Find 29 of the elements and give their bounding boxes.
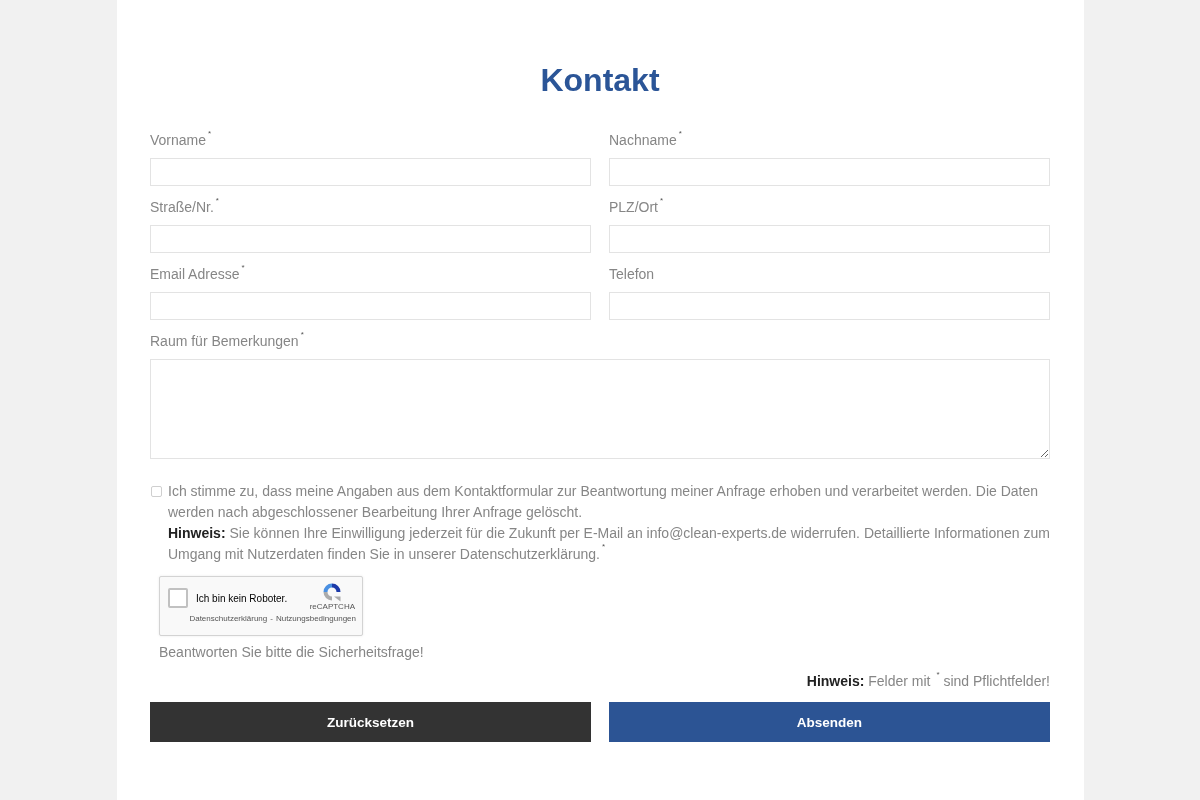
circular-arrows-icon <box>322 582 343 602</box>
privacy-link[interactable]: Datenschutzerklärung <box>189 614 268 624</box>
input-field[interactable] <box>609 225 1050 253</box>
input-field[interactable] <box>150 158 591 186</box>
input-field[interactable] <box>150 225 591 253</box>
field-label: Email Adresse$^{*}$ <box>150 265 245 283</box>
field-label: Straße/Nr.$^{*}$ <box>150 198 219 216</box>
input-field[interactable] <box>609 158 1050 186</box>
field-label: Vorname$^{*}$ <box>150 131 212 149</box>
captcha-label: Ich bin kein Roboter. <box>196 592 288 604</box>
captcha-hint: Beantworten Sie bitte die Sicherheitsfrage! <box>159 643 424 661</box>
consent-text: Ich stimme zu, dass meine Angaben aus dem Kontaktformular zur Beantwortung meiner Anfrage erhoben und verarbeitet werden. Die Daten werden nach abgeschlossener Bearbeitung Ihrer Anfrage gelöscht. <box>168 482 1040 522</box>
required-note: Hinweis: Felder mit $^{*}$ sind Pflichtfelder! <box>806 672 1050 690</box>
text-area[interactable] <box>150 359 1050 459</box>
input-field[interactable] <box>150 292 591 320</box>
field-label: Nachname$^{*}$ <box>609 131 682 149</box>
link-separator: - <box>270 614 273 624</box>
captcha-brand: reCAPTCHA <box>309 602 355 612</box>
page-title: Kontakt <box>540 62 660 98</box>
consent-checkbox[interactable] <box>151 486 162 497</box>
reset-button[interactable]: Zurücksetzen <box>150 702 591 742</box>
terms-link[interactable]: Nutzungsbedingungen <box>275 614 356 624</box>
field-label: Raum für Bemerkungen$^{*}$ <box>150 332 304 350</box>
submit-button[interactable]: Absenden <box>609 702 1050 742</box>
field-label: Telefon <box>609 265 655 283</box>
input-field[interactable] <box>609 292 1050 320</box>
consent-note: Hinweis: Sie können Ihre Einwilligung jederzeit für die Zukunft per E-Mail an info@clean-experts.de widerrufen. Detaillierte Informationen zum Umgang mit Nutzerdaten finden Sie in unserer Datenschutzerklärung.$^{*}$ <box>168 524 1050 564</box>
field-label: PLZ/Ort$^{*}$ <box>609 198 664 216</box>
captcha-checkbox[interactable] <box>168 588 188 608</box>
